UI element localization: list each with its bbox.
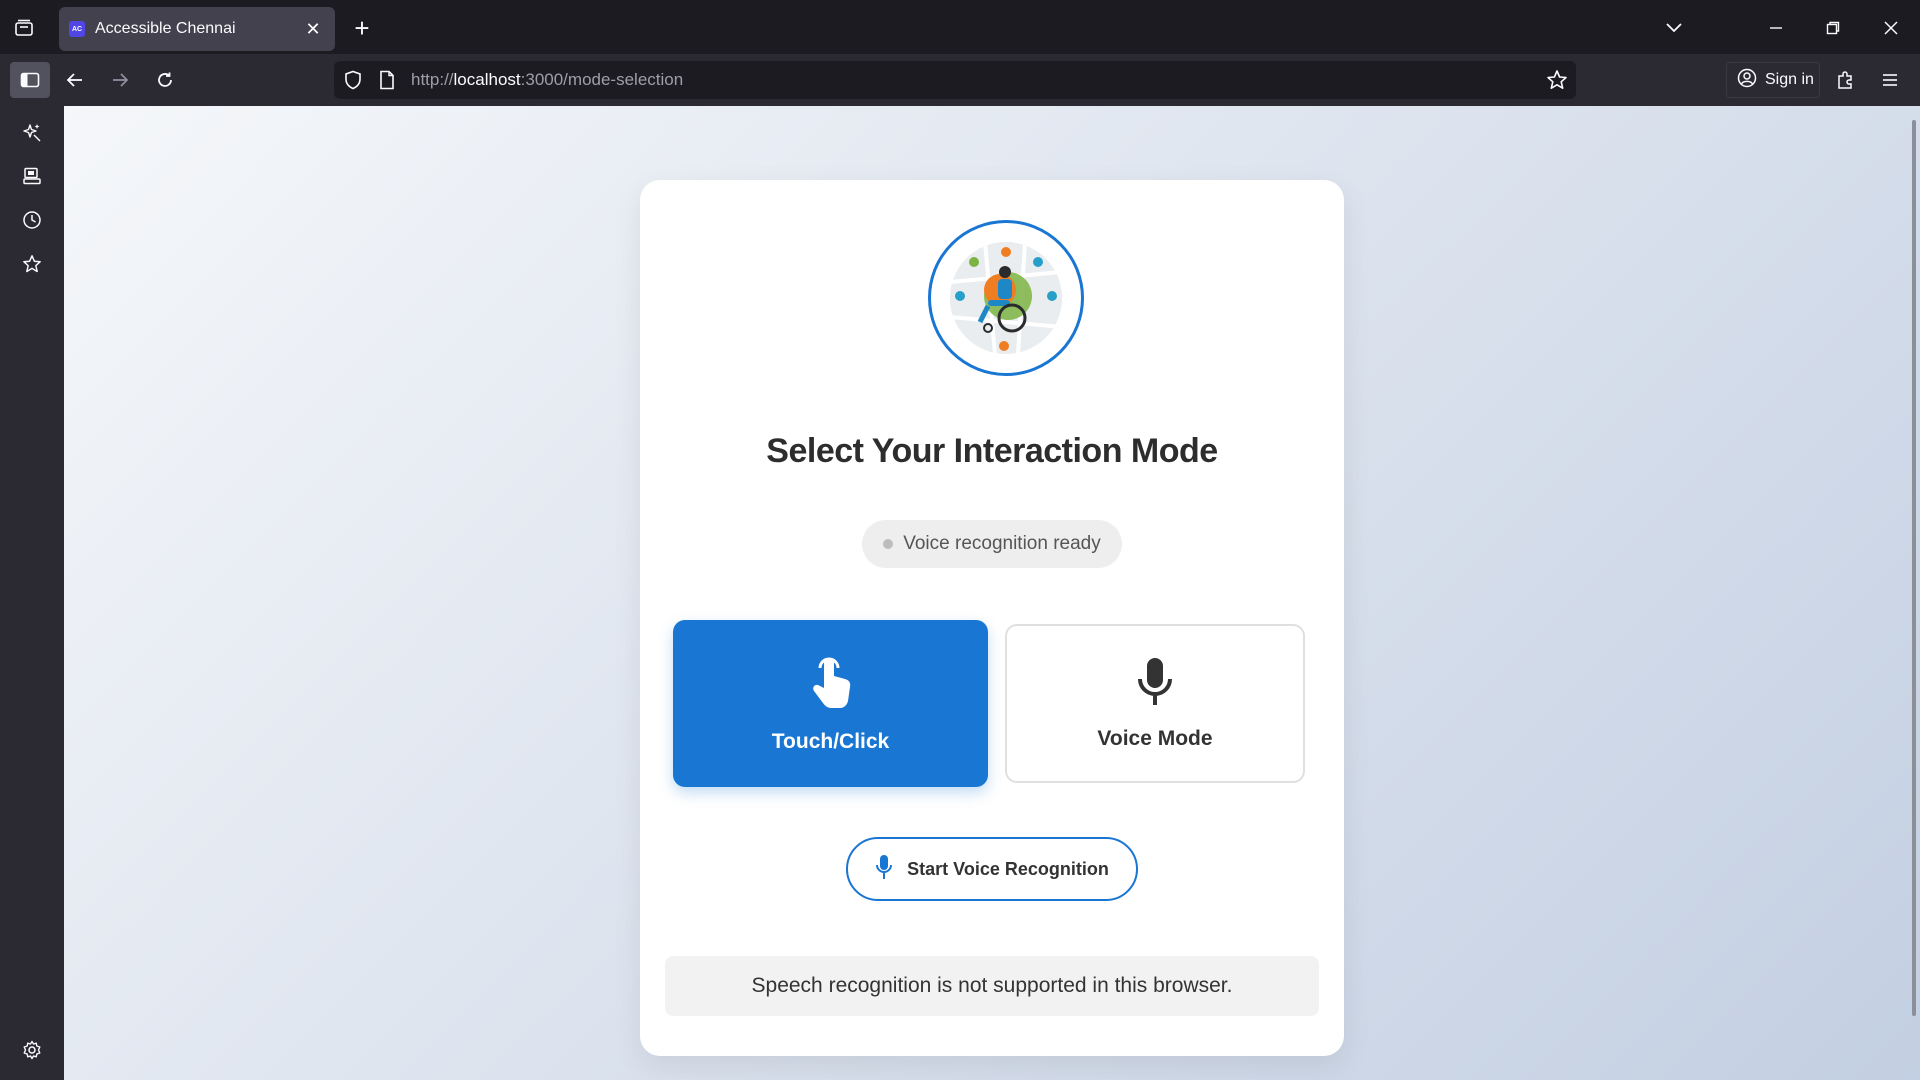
close-tab-icon[interactable]: ✕ bbox=[301, 19, 325, 40]
bookmark-star-icon[interactable] bbox=[1546, 69, 1568, 96]
microphone-icon bbox=[875, 854, 893, 885]
sign-in-label: Sign in bbox=[1765, 71, 1814, 88]
start-voice-recognition-button[interactable]: Start Voice Recognition bbox=[846, 837, 1138, 901]
back-arrow-icon[interactable] bbox=[55, 62, 95, 98]
minimize-window-icon[interactable] bbox=[1758, 10, 1794, 46]
url-prefix: http:// bbox=[411, 70, 454, 89]
speech-support-message: Speech recognition is not supported in t… bbox=[665, 956, 1319, 1016]
tab-overview-icon[interactable] bbox=[8, 12, 40, 44]
url-host: localhost bbox=[453, 70, 521, 89]
extensions-puzzle-icon[interactable] bbox=[1826, 62, 1866, 98]
page-info-icon[interactable] bbox=[379, 70, 395, 95]
app-logo bbox=[928, 220, 1084, 376]
shield-icon[interactable] bbox=[344, 70, 362, 95]
address-bar[interactable]: http://localhost:3000/mode-selection bbox=[334, 61, 1576, 99]
restore-window-icon[interactable] bbox=[1815, 10, 1851, 46]
forward-arrow-icon[interactable] bbox=[100, 62, 140, 98]
pointer-hand-icon bbox=[809, 654, 853, 716]
new-tab-plus-icon[interactable]: + bbox=[346, 12, 378, 44]
sidebar-toggle-icon[interactable] bbox=[10, 62, 50, 98]
browser-navbar: http://localhost:3000/mode-selection Sig… bbox=[0, 54, 1920, 106]
browser-titlebar: AC Accessible Chennai ✕ + bbox=[0, 0, 1920, 54]
browser-tab-active[interactable]: AC Accessible Chennai ✕ bbox=[59, 7, 335, 51]
mode-selection-card: Select Your Interaction Mode Voice recog… bbox=[640, 180, 1344, 1056]
close-window-icon[interactable] bbox=[1873, 10, 1909, 46]
url-text[interactable]: http://localhost:3000/mode-selection bbox=[411, 70, 683, 90]
tab-title: Accessible Chennai bbox=[95, 20, 236, 37]
voice-status-badge: Voice recognition ready bbox=[862, 520, 1122, 568]
status-dot-icon bbox=[883, 539, 894, 549]
url-path: :3000/mode-selection bbox=[520, 70, 684, 89]
ai-sparkle-icon[interactable] bbox=[16, 116, 48, 148]
voice-mode-label: Voice Mode bbox=[1097, 726, 1213, 750]
bookmarks-star-icon[interactable] bbox=[16, 248, 48, 280]
microphone-icon bbox=[1136, 657, 1174, 713]
settings-gear-icon[interactable] bbox=[16, 1034, 48, 1066]
touch-click-label: Touch/Click bbox=[771, 729, 890, 753]
tab-favicon: AC bbox=[69, 21, 85, 37]
browser-sidebar bbox=[0, 106, 64, 1080]
page-viewport: Select Your Interaction Mode Voice recog… bbox=[64, 106, 1920, 1080]
sign-in-button[interactable]: Sign in bbox=[1726, 62, 1820, 98]
synced-tabs-icon[interactable] bbox=[16, 160, 48, 192]
voice-status-text: Voice recognition ready bbox=[903, 533, 1101, 554]
app-menu-hamburger-icon[interactable] bbox=[1870, 62, 1910, 98]
page-title: Select Your Interaction Mode bbox=[766, 432, 1218, 470]
voice-mode-button[interactable]: Voice Mode bbox=[1005, 624, 1305, 783]
touch-click-mode-button[interactable]: Touch/Click bbox=[673, 620, 988, 787]
reload-icon[interactable] bbox=[145, 62, 185, 98]
vertical-scrollbar[interactable] bbox=[1912, 120, 1916, 1016]
account-icon bbox=[1737, 68, 1757, 93]
wheelchair-user-illustration-icon bbox=[950, 242, 1062, 354]
start-voice-recognition-label: Start Voice Recognition bbox=[907, 858, 1109, 879]
history-clock-icon[interactable] bbox=[16, 204, 48, 236]
list-all-tabs-chevron-icon[interactable] bbox=[1656, 10, 1692, 46]
